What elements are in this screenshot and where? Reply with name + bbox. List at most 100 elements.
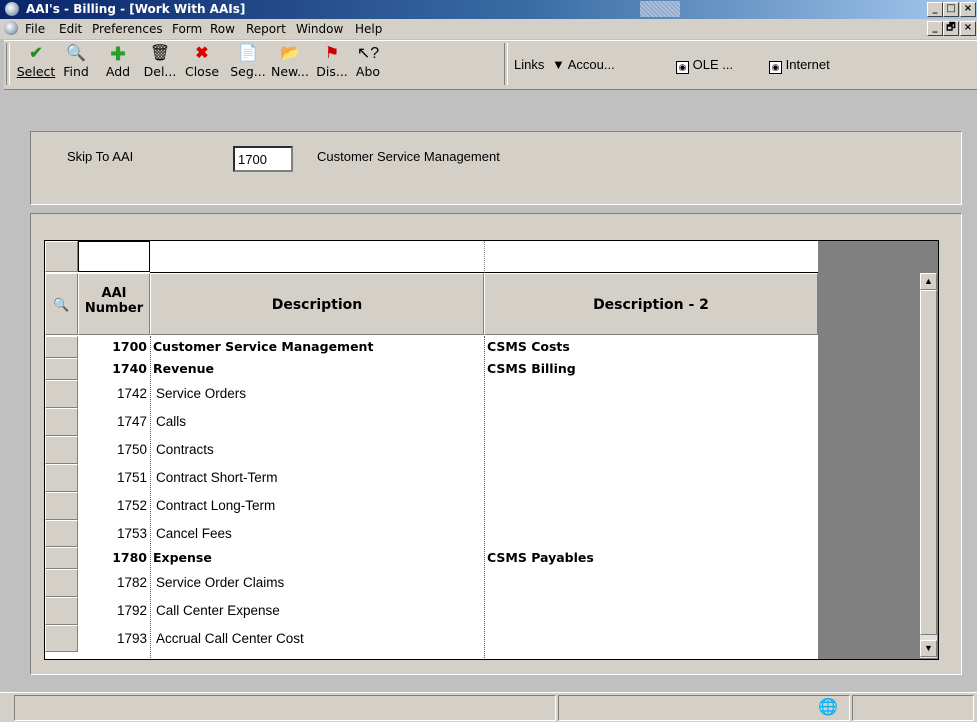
add-button[interactable]: ✚ Add	[96, 44, 140, 86]
ole-label: OLE ...	[692, 57, 734, 72]
row-selector[interactable]	[45, 464, 78, 492]
vertical-scrollbar[interactable]: ▲ ▼	[920, 273, 937, 658]
description-cell: Revenue	[153, 361, 215, 376]
row-selector[interactable]	[45, 492, 78, 520]
select-label: Select	[16, 64, 56, 79]
menu-edit[interactable]: Edit	[59, 22, 82, 36]
table-row[interactable]: 1753 Cancel Fees	[45, 520, 818, 547]
status-pane-secondary	[558, 695, 850, 721]
scroll-up-button[interactable]: ▲	[920, 273, 937, 290]
description2-cell: CSMS Payables	[487, 550, 594, 565]
aai-number-cell: 1740	[112, 361, 147, 376]
add-label: Add	[105, 64, 131, 79]
row-selector[interactable]	[45, 597, 78, 625]
scroll-down-button[interactable]: ▼	[920, 640, 937, 657]
window-title: AAI's - Billing - [Work With AAIs]	[26, 2, 246, 16]
description2-cell: CSMS Costs	[487, 339, 570, 354]
skip-to-panel: Skip To AAI 1700 Customer Service Manage…	[30, 131, 962, 205]
column-divider-1	[150, 336, 151, 658]
menu-window[interactable]: Window	[296, 22, 343, 36]
menu-row[interactable]: Row	[210, 22, 235, 36]
close-icon: ✖	[195, 45, 209, 62]
child-minimize-button[interactable]: _	[927, 21, 943, 36]
links-button[interactable]: Links ▼ Accou...	[514, 57, 615, 72]
ole-icon: ◉	[676, 61, 689, 74]
internet-icon: ◉	[769, 61, 782, 74]
scroll-thumb[interactable]	[920, 290, 937, 635]
description-cell: Contract Short-Term	[156, 470, 278, 485]
column-header-description[interactable]: Description	[150, 273, 484, 335]
child-restore-button[interactable]: 🗗	[943, 21, 959, 36]
new-label: New...	[270, 64, 310, 79]
table-row[interactable]: 1782 Service Order Claims	[45, 569, 818, 597]
qbe-aai-number-input[interactable]	[78, 241, 150, 272]
child-close-button[interactable]: ×	[960, 21, 976, 36]
table-row[interactable]: 1740 Revenue CSMS Billing	[45, 358, 818, 380]
qbe-description2-input[interactable]	[484, 241, 818, 273]
minimize-button[interactable]: _	[927, 2, 943, 17]
menu-preferences[interactable]: Preferences	[92, 22, 163, 36]
close-button[interactable]: ×	[960, 2, 976, 17]
table-row[interactable]: 1792 Call Center Expense	[45, 597, 818, 625]
about-button[interactable]: ↖? Abo	[350, 44, 386, 86]
qbe-description-input[interactable]	[150, 241, 484, 273]
table-row[interactable]: 1751 Contract Short-Term	[45, 464, 818, 492]
table-row[interactable]: 1780 Expense CSMS Payables	[45, 547, 818, 569]
skip-to-input[interactable]: 1700	[233, 146, 293, 172]
close-form-button[interactable]: ✖ Close	[180, 44, 224, 86]
accounts-link[interactable]: Accou...	[568, 57, 615, 72]
segments-button[interactable]: 📄 Seg...	[226, 44, 270, 86]
table-row[interactable]: 1742 Service Orders	[45, 380, 818, 408]
table-row[interactable]: 1747 Calls	[45, 408, 818, 436]
maximize-button[interactable]: □	[943, 2, 959, 17]
data-grid: 🔍 AAI Number Description Description - 2…	[44, 240, 939, 660]
aai-header-line2: Number	[84, 301, 144, 316]
display-button[interactable]: ⚑ Dis...	[310, 44, 354, 86]
description-cell: Call Center Expense	[156, 603, 280, 618]
row-selector[interactable]	[45, 625, 78, 652]
find-button[interactable]: 🔍 Find	[54, 44, 98, 86]
aai-number-cell: 1700	[112, 339, 147, 354]
new-icon: 📂	[280, 45, 300, 62]
aai-number-cell: 1793	[116, 631, 147, 646]
row-selector[interactable]	[45, 380, 78, 408]
delete-label: Del...	[143, 64, 177, 79]
table-row[interactable]: 1793 Accrual Call Center Cost	[45, 625, 818, 652]
new-button[interactable]: 📂 New...	[268, 44, 312, 86]
table-row[interactable]: 1750 Contracts	[45, 436, 818, 464]
qbe-row-header	[45, 241, 78, 272]
aai-number-cell: 1751	[116, 470, 147, 485]
internet-button[interactable]: ◉ Internet	[769, 57, 830, 74]
toolbar-grip	[6, 43, 10, 85]
delete-button[interactable]: 🗑 Del...	[138, 44, 182, 86]
plus-icon: ✚	[110, 44, 126, 64]
column-header-description2[interactable]: Description - 2	[484, 273, 818, 335]
row-selector[interactable]	[45, 436, 78, 464]
check-icon: ✔	[29, 45, 43, 62]
menu-form[interactable]: Form	[172, 22, 202, 36]
select-button[interactable]: ✔ Select	[14, 44, 58, 86]
menu-file[interactable]: File	[25, 22, 45, 36]
row-selector[interactable]	[45, 569, 78, 597]
select-all-header[interactable]: 🔍	[45, 273, 78, 335]
row-selector[interactable]	[45, 520, 78, 547]
column-header-aai-number[interactable]: AAI Number	[78, 273, 150, 335]
segment-icon: 📄	[238, 45, 258, 62]
description-cell: Service Orders	[156, 386, 247, 401]
ole-button[interactable]: ◉ OLE ...	[676, 57, 733, 74]
description-cell: Calls	[156, 414, 187, 429]
links-label: Links	[514, 57, 545, 72]
aai-number-cell: 1780	[112, 550, 147, 565]
row-selector[interactable]	[45, 408, 78, 436]
row-selector[interactable]	[45, 358, 78, 380]
menu-help[interactable]: Help	[355, 22, 382, 36]
find-header-icon: 🔍	[53, 297, 70, 312]
skip-to-description: Customer Service Management	[317, 149, 500, 164]
table-row[interactable]: 1752 Contract Long-Term	[45, 492, 818, 520]
row-selector[interactable]	[45, 547, 78, 569]
table-row[interactable]: 1700 Customer Service Management CSMS Cost…	[45, 336, 818, 358]
display-label: Dis...	[316, 64, 348, 79]
menu-report[interactable]: Report	[246, 22, 286, 36]
row-selector[interactable]	[45, 336, 78, 358]
aai-number-cell: 1782	[116, 575, 147, 590]
